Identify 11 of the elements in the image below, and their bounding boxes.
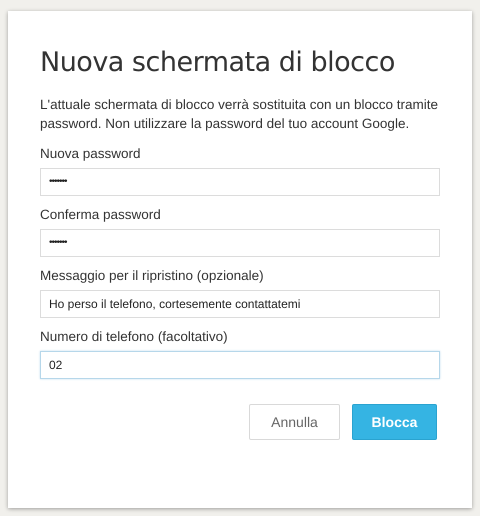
field-label: Conferma password bbox=[40, 206, 162, 224]
cancel-button[interactable]: Annulla bbox=[249, 404, 340, 440]
input-field[interactable]: Ho perso il telefono, cortesemente contattatemi bbox=[40, 290, 440, 318]
field-label: Messaggio per il ripristino (opzionale) bbox=[40, 267, 265, 285]
password-field[interactable]: ••••••• bbox=[40, 229, 440, 257]
input-field[interactable]: 02 bbox=[40, 351, 440, 379]
password-field[interactable]: ••••••• bbox=[40, 168, 440, 196]
field-label: Numero di telefono (facoltativo) bbox=[40, 328, 229, 346]
field-label: Nuova password bbox=[40, 145, 142, 163]
description-text: L'attuale schermata di blocco verrà sostituita con un blocco tramite password. Non utilizzare la password del tuo account Google. bbox=[40, 96, 440, 133]
dialog-title: Nuova schermata di blocco bbox=[40, 46, 396, 79]
